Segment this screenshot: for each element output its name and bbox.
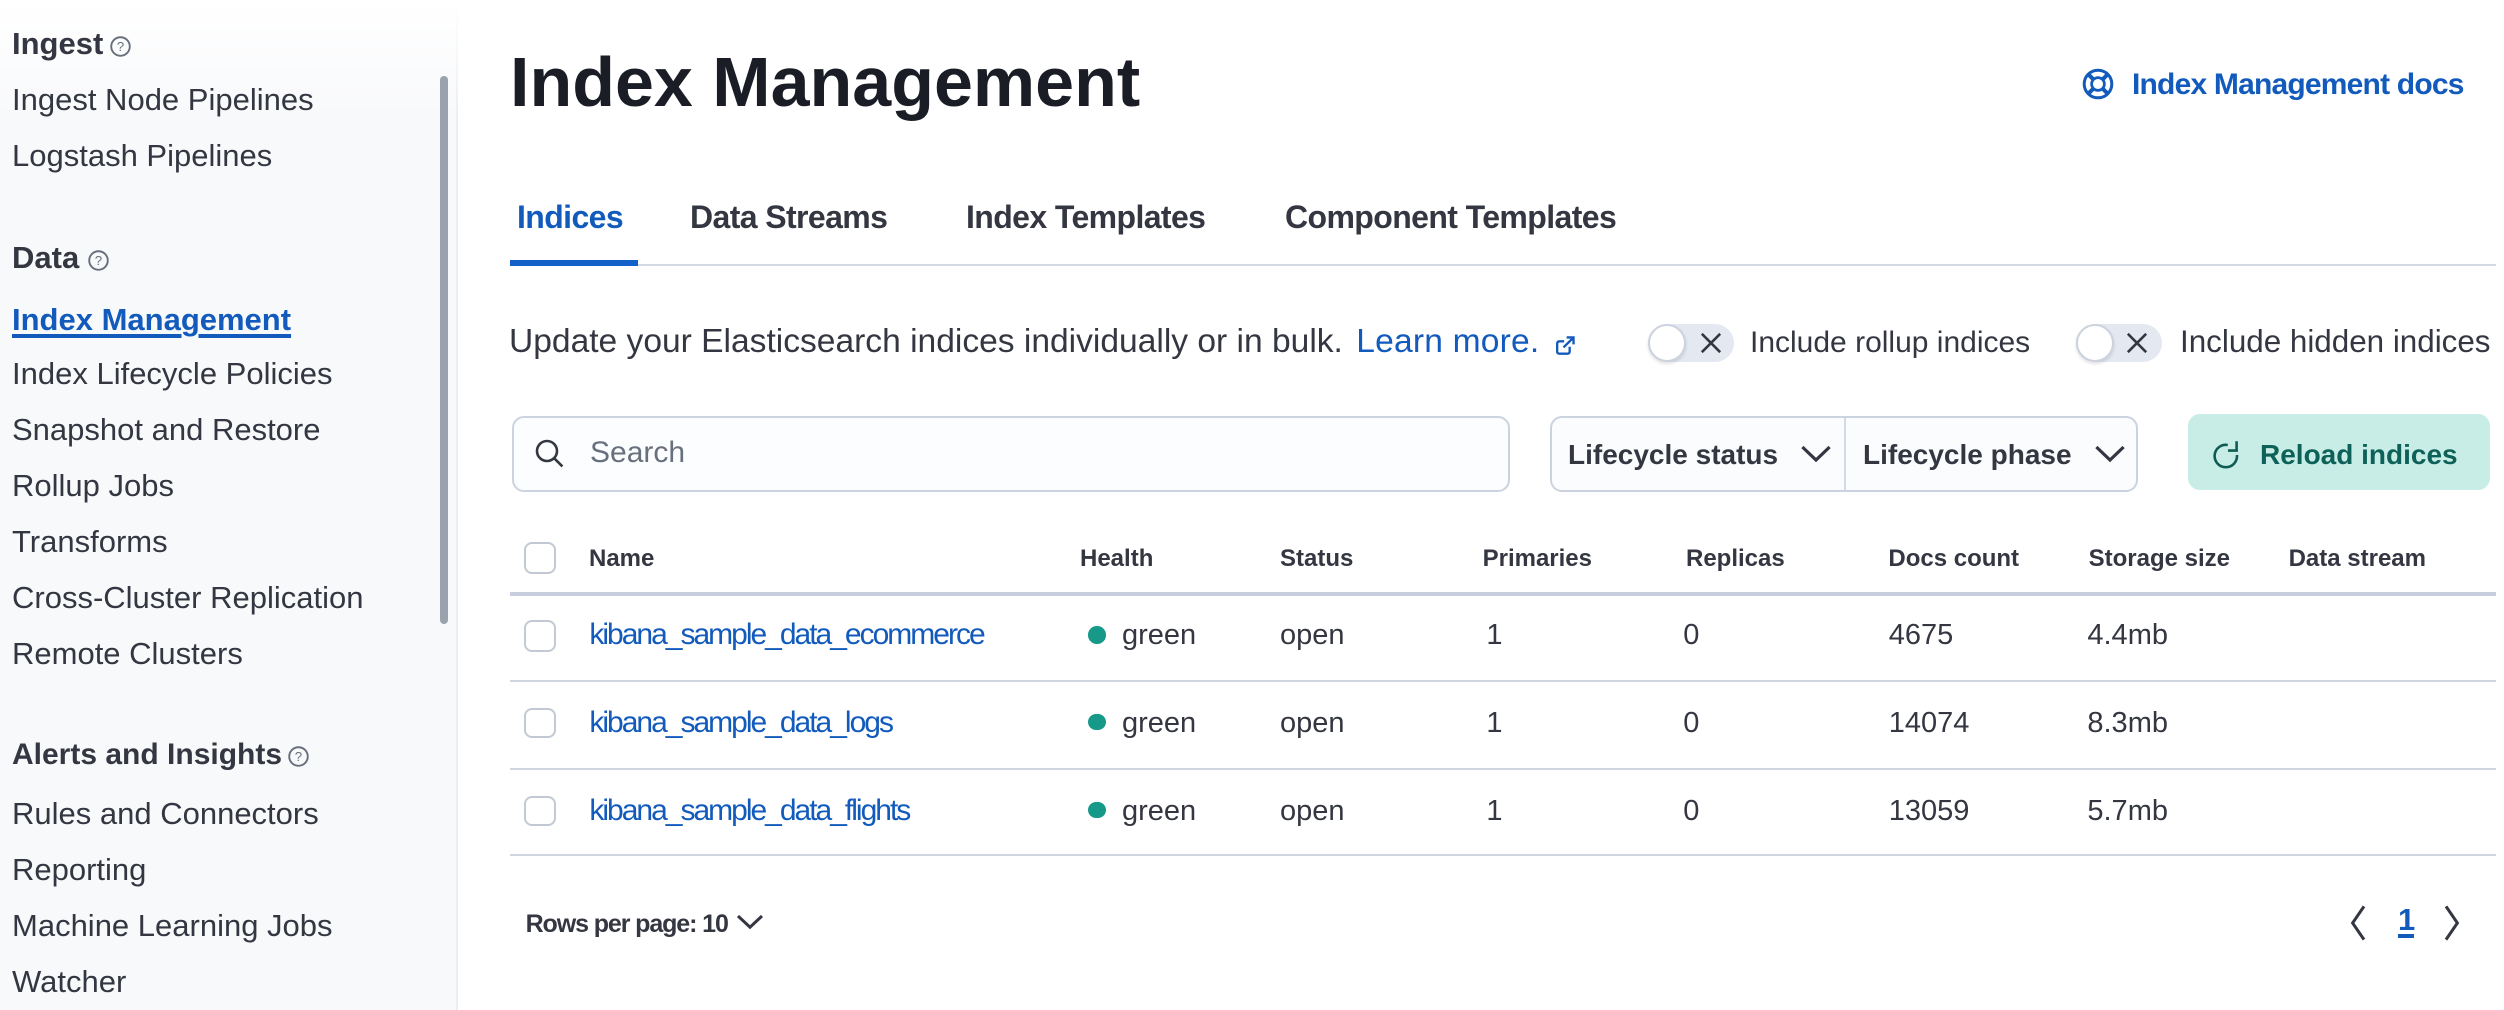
svg-text:?: ? (94, 252, 101, 267)
svg-text:?: ? (295, 748, 302, 763)
svg-text:?: ? (117, 39, 124, 54)
